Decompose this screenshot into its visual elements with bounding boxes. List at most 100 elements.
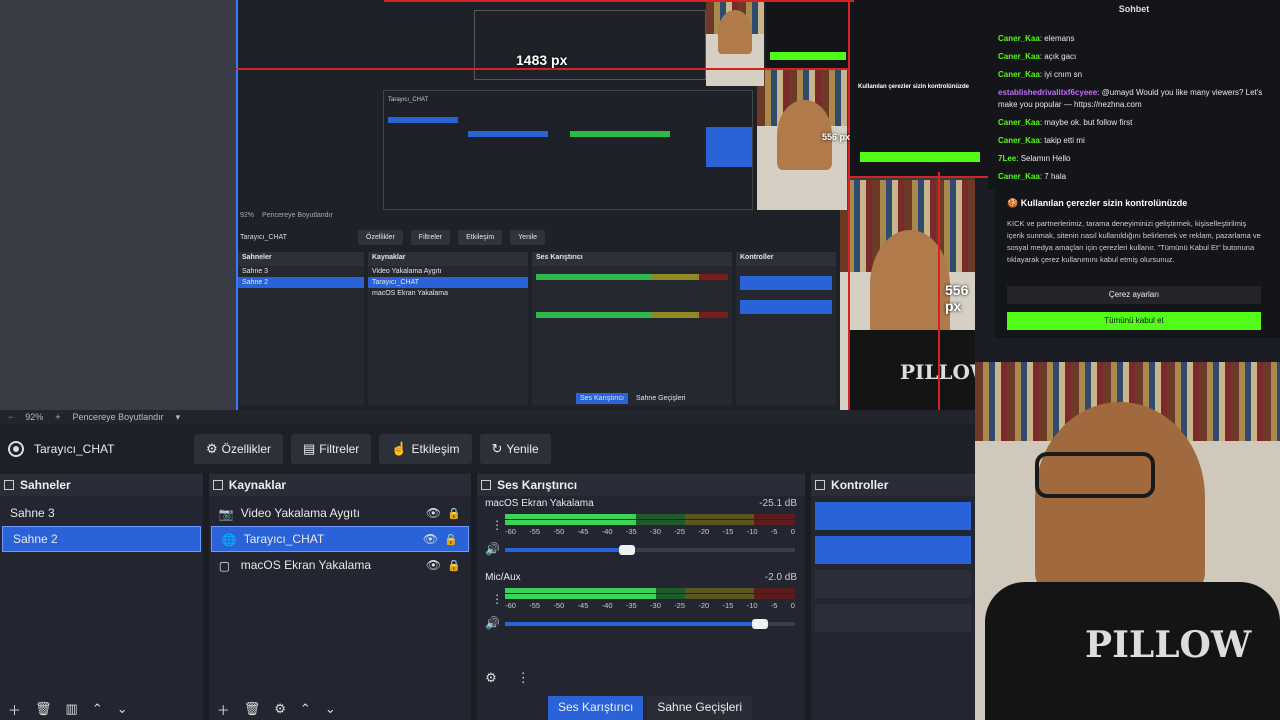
cookie-body: KICK ve partnerlerimiz, tarama deneyimin… [1007, 219, 1261, 264]
cookie-settings-button[interactable]: Çerez ayarları [1007, 286, 1261, 304]
eye-icon[interactable]: 👁 [423, 532, 438, 546]
nested-meter-1 [536, 274, 728, 280]
volume-knob[interactable] [752, 619, 769, 629]
volume-knob[interactable] [618, 545, 635, 555]
nested-scene-item-selected: Sahne 2 [238, 277, 364, 288]
kebab-menu-icon[interactable]: ⋮ [491, 592, 503, 606]
controls-title: Kontroller [831, 478, 889, 492]
camera-icon: 📷 [218, 507, 234, 521]
gear-icon[interactable]: ⚙ [274, 701, 286, 717]
dock-icon [815, 480, 826, 490]
chat-username[interactable]: establishedrivalitxf6cyeee [998, 88, 1097, 97]
chevron-up-icon[interactable]: ⌃ [300, 701, 311, 717]
scene-item-selected[interactable]: Sahne 2 [2, 526, 201, 552]
volume-slider[interactable] [505, 619, 796, 629]
chat-username[interactable]: 7Lee [998, 154, 1016, 163]
chevron-up-icon[interactable]: ⌃ [92, 701, 103, 717]
trash-icon[interactable]: 🗑 [244, 701, 261, 717]
trash-icon[interactable]: 🗑 [35, 701, 52, 717]
level-meter [505, 514, 796, 526]
mixer-channel: Mic/Aux -2.0 dB ⋮ -60 -55 -50 -45 -40 -35 -30-… [477, 570, 805, 640]
properties-button[interactable]: ⚙ Özellikler [194, 434, 283, 464]
control-button[interactable] [815, 536, 971, 564]
scale-tick: -30 [650, 527, 661, 536]
chat-username[interactable]: Caner_Kaa [998, 136, 1040, 145]
chat-message: Caner_Kaa: iyi cnım sn [998, 70, 1083, 79]
nested-tab-mixer: Ses Karıştırıcı [576, 393, 628, 404]
obs-preview[interactable]: Tarayıcı_CHAT 92% Pencereye Boyutlandır … [0, 0, 988, 410]
filter-icon: ▤ [303, 441, 316, 456]
filter-icon[interactable]: ▥ [66, 701, 78, 717]
chat-message: Caner_Kaa: açık gacı [998, 52, 1077, 61]
nested-thumb-selection2 [468, 131, 548, 137]
chat-username[interactable]: Caner_Kaa [998, 118, 1040, 127]
control-button[interactable] [815, 502, 971, 530]
add-icon[interactable]: ＋ [217, 700, 230, 719]
meter-zone [684, 588, 755, 593]
chat-panel[interactable]: Sohbet Caner_Kaa: elemans Caner_Kaa: açı… [988, 0, 1280, 190]
chat-text: takip etti mi [1044, 136, 1085, 145]
control-button[interactable] [815, 570, 971, 598]
volume-slider[interactable] [505, 545, 796, 555]
meter-level [505, 588, 656, 593]
speaker-icon[interactable]: 🔊 [485, 542, 500, 556]
lock-icon[interactable]: 🔒 [444, 533, 458, 546]
eye-icon[interactable]: 👁 [426, 506, 441, 520]
control-button[interactable] [815, 604, 971, 632]
nested-sources-dock: Kaynaklar Video Yakalama Aygıtı Tarayıcı… [368, 252, 528, 406]
refresh-button[interactable]: ↻ Yenile [479, 434, 551, 464]
scenes-title: Sahneler [20, 478, 71, 492]
kebab-menu-icon[interactable]: ⋮ [491, 518, 503, 532]
scale-tick: -50 [553, 527, 565, 536]
chat-message: Caner_Kaa: takip etti mi [998, 136, 1085, 145]
nested-control-btn [740, 300, 832, 314]
source-item[interactable]: ▢ macOS Ekran Yakalama 👁 🔒 [209, 552, 471, 578]
zoom-in-icon[interactable]: + [55, 412, 60, 422]
lock-icon[interactable]: 🔒 [447, 559, 461, 572]
lock-icon[interactable]: 🔒 [447, 507, 461, 520]
chat-username[interactable]: Caner_Kaa [998, 34, 1040, 43]
nested-toolbar: Tarayıcı_CHAT Özellikler Filtreler Etkil… [240, 226, 840, 248]
scene-item[interactable]: Sahne 3 [0, 500, 203, 526]
chevron-down-icon[interactable]: ⌄ [325, 701, 336, 717]
kebab-menu-icon[interactable]: ⋮ [517, 670, 530, 686]
chat-text: açık gacı [1044, 52, 1077, 61]
chat-username[interactable]: Caner_Kaa [998, 70, 1040, 79]
chat-username[interactable]: Caner_Kaa [998, 172, 1040, 181]
cookie-title: 🍪 Kullanılan çerezler sizin kontrolünüzd… [1007, 198, 1188, 208]
globe-icon [8, 441, 24, 457]
tab-scene-transitions[interactable]: Sahne Geçişleri [647, 696, 753, 720]
nested-cookie-accept-2 [770, 52, 846, 60]
nested-chat-mini: Kullanılan çerezler sizin kontrolünüzde [850, 0, 988, 178]
current-source-name: Tarayıcı_CHAT [34, 442, 115, 456]
speaker-icon[interactable]: 🔊 [485, 616, 500, 630]
scale-tick: -20 [698, 601, 710, 610]
mixer-channel: macOS Ekran Yakalama -25.1 dB ⋮ -60 -55 -5… [477, 496, 805, 566]
channel-name: Mic/Aux [485, 572, 521, 583]
zoom-level[interactable]: 92% [25, 412, 43, 422]
chat-message: Caner_Kaa: 7 hala [998, 172, 1067, 181]
fit-to-window[interactable]: Pencereye Boyutlandır [73, 412, 164, 422]
level-meter [505, 588, 796, 600]
zoom-out-icon[interactable]: − [8, 412, 13, 422]
interact-label: Etkileşim [411, 442, 460, 456]
meter-scale: -60 -55 -50 -45 -40 -35 -30 -25 -20 -15 -10 -5 0 [505, 527, 795, 536]
nested-chat-mini2 [766, 0, 850, 70]
meter-level [505, 594, 656, 599]
filters-button[interactable]: ▤ Filtreler [291, 434, 372, 464]
add-icon[interactable]: ＋ [8, 700, 21, 719]
nested-webcam-tiny [706, 0, 764, 86]
source-item[interactable]: 📷 Video Yakalama Aygıtı 👁 🔒 [209, 500, 471, 526]
source-item-selected[interactable]: 🌐 Tarayıcı_CHAT 👁 🔒 [210, 526, 470, 552]
scale-tick: -15 [722, 601, 734, 610]
channel-db: -25.1 dB [759, 498, 798, 509]
interact-button[interactable]: ☝ Etkileşim [379, 434, 472, 464]
eye-icon[interactable]: 👁 [426, 558, 441, 572]
nested-meter-2 [536, 312, 728, 318]
tab-audio-mixer[interactable]: Ses Karıştırıcı [548, 696, 644, 720]
cookie-accept-button[interactable]: Tümünü kabul et [1007, 312, 1261, 330]
chat-username[interactable]: Caner_Kaa [998, 52, 1040, 61]
advanced-audio-gear-icon[interactable]: ⚙ [485, 670, 497, 686]
chevron-down-icon[interactable]: ▾ [176, 412, 181, 423]
chevron-down-icon[interactable]: ⌄ [117, 701, 128, 717]
